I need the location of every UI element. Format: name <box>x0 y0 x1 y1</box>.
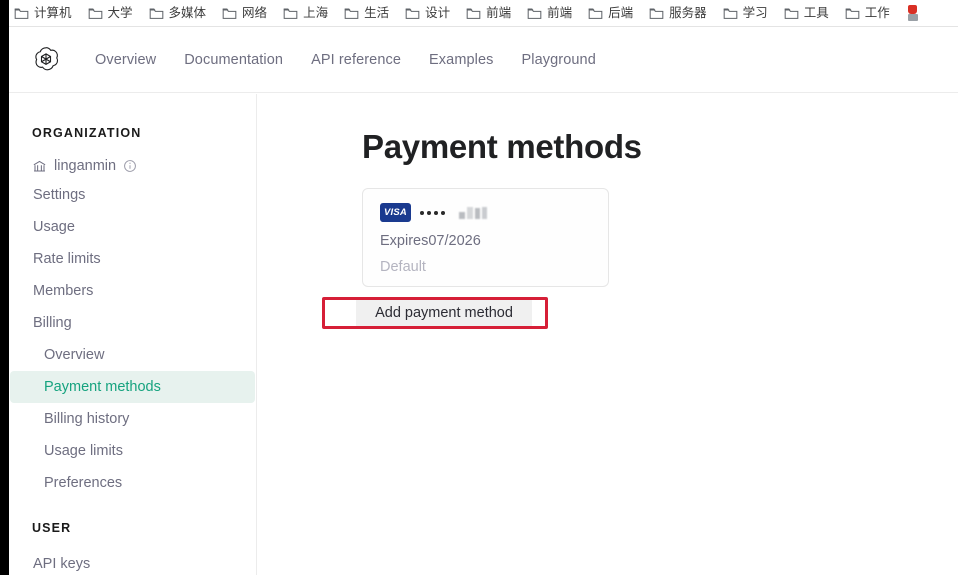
visa-logo-icon: VISA <box>380 203 411 222</box>
card-number-redacted <box>459 206 487 219</box>
bookmark-item[interactable]: 计算机 <box>14 4 72 20</box>
folder-icon <box>466 7 481 20</box>
bookmark-item[interactable]: 前端 <box>466 4 512 20</box>
sidebar-item-settings[interactable]: Settings <box>10 179 255 211</box>
sidebar-section-user: USER <box>32 521 72 535</box>
bookmark-item[interactable]: 后端 <box>588 4 634 20</box>
folder-icon <box>784 7 799 20</box>
bookmark-label: 上海 <box>303 4 329 20</box>
sidebar-item-rate-limits[interactable]: Rate limits <box>10 243 255 275</box>
bookmark-item[interactable]: 设计 <box>405 4 451 20</box>
info-circle-icon[interactable] <box>123 159 137 173</box>
bookmark-label: 后端 <box>608 4 634 20</box>
bookmark-label: 工具 <box>803 4 829 20</box>
sidebar-item-usage-limits[interactable]: Usage limits <box>10 435 255 467</box>
card-expiry: Expires07/2026 <box>380 233 481 249</box>
site-header: Overview Documentation API reference Exampl… <box>9 27 958 93</box>
folder-icon <box>14 7 29 20</box>
bookmark-label: 前端 <box>547 4 573 20</box>
sidebar-item-usage[interactable]: Usage <box>10 211 255 243</box>
nav-link-playground[interactable]: Playground <box>508 46 610 74</box>
folder-icon <box>845 7 860 20</box>
bookmark-item[interactable]: 服务器 <box>649 4 707 20</box>
page-title: Payment methods <box>362 128 642 165</box>
bookmark-item[interactable]: 大学 <box>88 4 133 20</box>
bookmark-label: 计算机 <box>34 4 72 20</box>
sidebar-item-billing[interactable]: Billing <box>10 307 255 339</box>
sidebar-section-organization: ORGANIZATION <box>32 126 142 140</box>
nav-link-documentation[interactable]: Documentation <box>170 46 297 74</box>
sidebar-item-members[interactable]: Members <box>10 275 255 307</box>
folder-icon <box>344 7 359 20</box>
sidebar-org-name: linganmin <box>54 158 117 174</box>
bank-icon <box>32 159 47 174</box>
bookmark-label: 多媒体 <box>168 4 207 20</box>
card-number-mask-dots <box>420 210 445 215</box>
visa-logo-text: VISA <box>384 207 407 218</box>
bookmark-label: 生活 <box>364 4 390 20</box>
card-default-badge: Default <box>380 259 426 275</box>
sidebar-item-api-keys[interactable]: API keys <box>10 548 255 575</box>
bookmark-label: 服务器 <box>669 4 707 20</box>
add-payment-method-button[interactable]: Add payment method <box>356 298 532 328</box>
bookmark-item[interactable]: 网络 <box>222 4 268 20</box>
bookmark-favicon[interactable] <box>906 5 921 21</box>
bookmark-item[interactable]: 生活 <box>344 4 390 20</box>
window-left-edge <box>0 0 9 575</box>
nav-link-examples[interactable]: Examples <box>415 46 507 74</box>
sidebar-item-overview[interactable]: Overview <box>10 339 255 371</box>
bookmark-label: 设计 <box>425 4 451 20</box>
bookmark-label: 学习 <box>742 4 768 20</box>
bookmark-item[interactable]: 学习 <box>723 4 768 20</box>
bookmarks-bar: 计算机 大学 多媒体 网络 上海 生活 设计 前端 前端 后端 服务器 学习 工具 工作 <box>0 0 958 27</box>
sidebar-item-billing-history[interactable]: Billing history <box>10 403 255 435</box>
bookmark-label: 大学 <box>107 4 133 20</box>
folder-icon <box>149 7 164 20</box>
sidebar-org-selector[interactable]: linganmin <box>9 153 256 179</box>
folder-icon <box>588 7 603 20</box>
bookmark-item[interactable]: 前端 <box>527 4 573 20</box>
folder-icon <box>88 7 103 20</box>
main-content: Payment methods VISA Expires07/2026 Defa… <box>258 94 958 575</box>
sidebar-item-preferences[interactable]: Preferences <box>10 467 255 499</box>
bookmark-item[interactable]: 多媒体 <box>149 4 207 20</box>
folder-icon <box>723 7 738 20</box>
nav-link-api-reference[interactable]: API reference <box>297 46 415 74</box>
sidebar-item-payment-methods[interactable]: Payment methods <box>10 371 255 403</box>
bookmark-label: 前端 <box>486 4 512 20</box>
folder-icon <box>405 7 420 20</box>
main-nav: Overview Documentation API reference Exampl… <box>85 46 610 74</box>
bookmark-item[interactable]: 上海 <box>283 4 329 20</box>
folder-icon <box>222 7 237 20</box>
browser-window: 计算机 大学 多媒体 网络 上海 生活 设计 前端 前端 后端 服务器 学习 工具 工作 Overview… <box>0 0 958 575</box>
nav-link-overview[interactable]: Overview <box>85 46 170 74</box>
bookmark-label: 网络 <box>242 4 268 20</box>
bookmark-item[interactable]: 工具 <box>784 4 829 20</box>
folder-icon <box>649 7 664 20</box>
folder-icon <box>527 7 542 20</box>
bookmark-label: 工作 <box>864 4 890 20</box>
openai-logo-icon[interactable] <box>31 45 61 75</box>
folder-icon <box>283 7 298 20</box>
payment-method-card[interactable]: VISA Expires07/2026 Default <box>362 188 609 287</box>
bookmark-item[interactable]: 工作 <box>845 4 890 20</box>
sidebar: ORGANIZATION linganmin Settings Usage Rate… <box>9 94 257 575</box>
